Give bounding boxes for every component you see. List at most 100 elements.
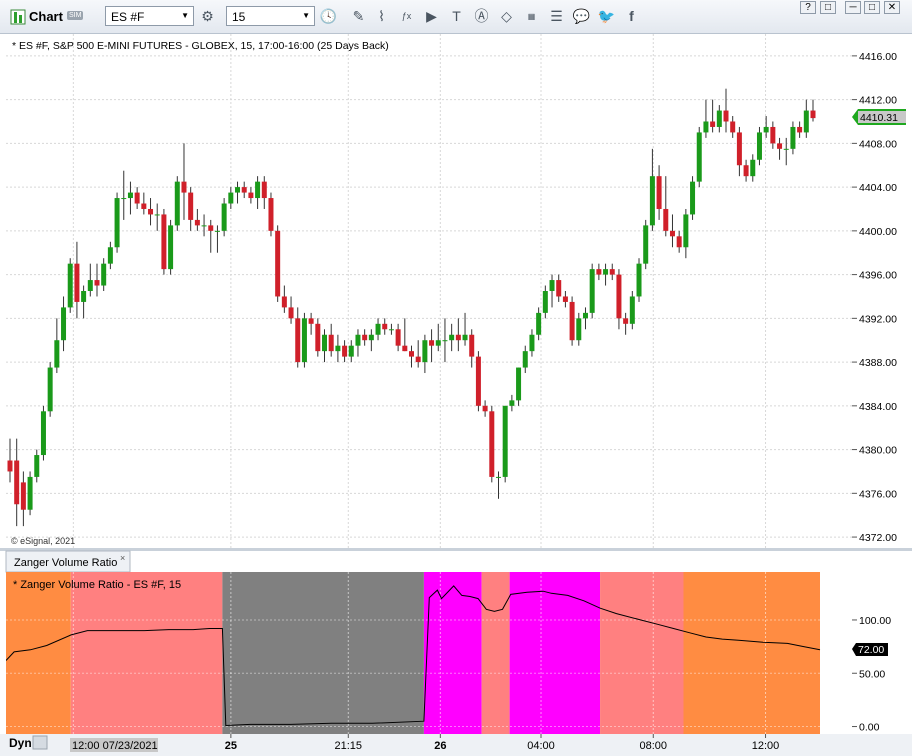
last-price-label: 4410.31	[860, 112, 898, 124]
candle-body	[201, 225, 207, 227]
maximize-button[interactable]: □	[864, 1, 880, 14]
symbol-select[interactable]: ES #F ▼	[105, 6, 194, 26]
candle	[301, 312, 307, 368]
candle-body	[47, 367, 53, 412]
restore-button[interactable]: □	[820, 1, 836, 14]
candle-body	[770, 126, 776, 144]
candle-body	[342, 345, 348, 357]
symbol-value: ES #F	[111, 10, 145, 24]
eraser-icon[interactable]: ◇	[497, 7, 516, 26]
candle-body	[214, 230, 220, 232]
time-tick-label: 08:00	[640, 740, 668, 752]
candle-body	[455, 334, 461, 341]
candle-body	[141, 203, 147, 209]
candle-body	[101, 263, 107, 286]
price-tick-label: 4384.00	[859, 401, 897, 413]
candle-body	[636, 263, 642, 297]
candle	[67, 258, 73, 313]
candle-body	[161, 214, 167, 270]
candle-body	[683, 214, 689, 248]
lock-icon[interactable]	[32, 735, 48, 750]
candle-body	[402, 345, 408, 352]
candle-body	[790, 126, 796, 149]
candle-body	[87, 280, 93, 291]
candle-body	[656, 176, 662, 209]
candle-body	[14, 460, 20, 505]
candle-body	[663, 208, 669, 231]
candle-body	[288, 307, 294, 319]
candle	[636, 258, 642, 302]
price-tick-label: 4376.00	[859, 488, 897, 500]
interval-select[interactable]: 15 ▼	[226, 6, 315, 26]
candle-body	[235, 187, 241, 193]
candle-body	[422, 340, 428, 363]
minimize-button[interactable]: ─	[845, 1, 861, 14]
formula-icon[interactable]: ƒx	[397, 7, 416, 26]
candle-body	[449, 334, 455, 341]
text-tool-icon[interactable]: T	[447, 7, 466, 26]
grid-icon[interactable]: ▦	[522, 7, 541, 26]
candle	[114, 192, 120, 253]
candle-body	[301, 318, 307, 363]
line-study-icon[interactable]: ⌇	[372, 7, 391, 26]
candle-body	[676, 236, 682, 248]
candle-body	[335, 345, 341, 352]
chat-icon[interactable]: 💬	[572, 7, 591, 26]
price-tick-label: 4404.00	[859, 182, 897, 194]
zone-band	[70, 572, 223, 734]
close-button[interactable]: ✕	[884, 1, 900, 14]
play-icon[interactable]: ▶	[422, 7, 441, 26]
candle-body	[221, 203, 227, 231]
candle-body	[74, 263, 80, 302]
candle-body	[368, 334, 374, 341]
candle-body	[529, 334, 535, 352]
candle-body	[723, 110, 729, 122]
pane-divider[interactable]	[0, 548, 912, 551]
candle-body	[248, 192, 254, 199]
volume-ratio-zones	[6, 572, 820, 734]
candle	[516, 367, 522, 406]
symbol-settings-icon[interactable]: ⚙	[198, 7, 217, 26]
alert-icon[interactable]: Ⓐ	[472, 7, 491, 26]
chart-toolbar: Chart SIM ES #F ▼ ⚙ 15 ▼ 🕓 ✎ ⌇ ƒx ▶ T Ⓐ …	[0, 0, 912, 34]
notes-icon[interactable]: ☰	[547, 7, 566, 26]
indicator-tick-label: 100.00	[859, 615, 891, 627]
chevron-down-icon: ▼	[181, 11, 189, 20]
price-tick-label: 4400.00	[859, 226, 897, 238]
candle-body	[462, 334, 468, 341]
candle-body	[542, 291, 548, 313]
zone-band	[222, 572, 424, 734]
candle-body	[475, 356, 481, 406]
candle-body	[509, 400, 515, 406]
candle-body	[803, 110, 809, 133]
candle-body	[556, 280, 562, 297]
candle-body	[127, 192, 133, 199]
candle-body	[415, 356, 421, 363]
pencil-draw-icon[interactable]: ✎	[349, 7, 368, 26]
close-icon[interactable]: ×	[120, 553, 125, 563]
price-tick-label: 4372.00	[859, 532, 897, 544]
candle-body	[188, 192, 194, 220]
candle-body	[730, 121, 736, 133]
candle-body	[649, 176, 655, 226]
candle-body	[743, 165, 749, 177]
time-tick-label: 25	[225, 740, 237, 752]
candle	[696, 126, 702, 188]
candle-body	[609, 269, 615, 275]
candle-body	[67, 263, 73, 308]
chart-area[interactable]: 4372.00 4376.00 4380.00 4384.00 4388.00 4392.…	[0, 34, 912, 756]
price-tick-label: 4388.00	[859, 357, 897, 369]
indicator-tab-label: Zanger Volume Ratio	[14, 557, 117, 569]
candle-body	[174, 181, 180, 226]
indicator-tick-label: 0.00	[859, 722, 880, 734]
candle-body	[777, 143, 783, 149]
indicator-tick-label: 50.00	[859, 668, 885, 680]
help-button[interactable]: ?	[800, 1, 816, 14]
facebook-icon[interactable]: f	[622, 7, 641, 26]
candle	[27, 471, 33, 516]
candle-body	[382, 323, 388, 330]
time-tick-label: 21:15	[335, 740, 363, 752]
clock-icon[interactable]: 🕓	[319, 7, 338, 26]
twitter-icon[interactable]: 🐦	[597, 7, 616, 26]
candle-body	[623, 318, 629, 324]
